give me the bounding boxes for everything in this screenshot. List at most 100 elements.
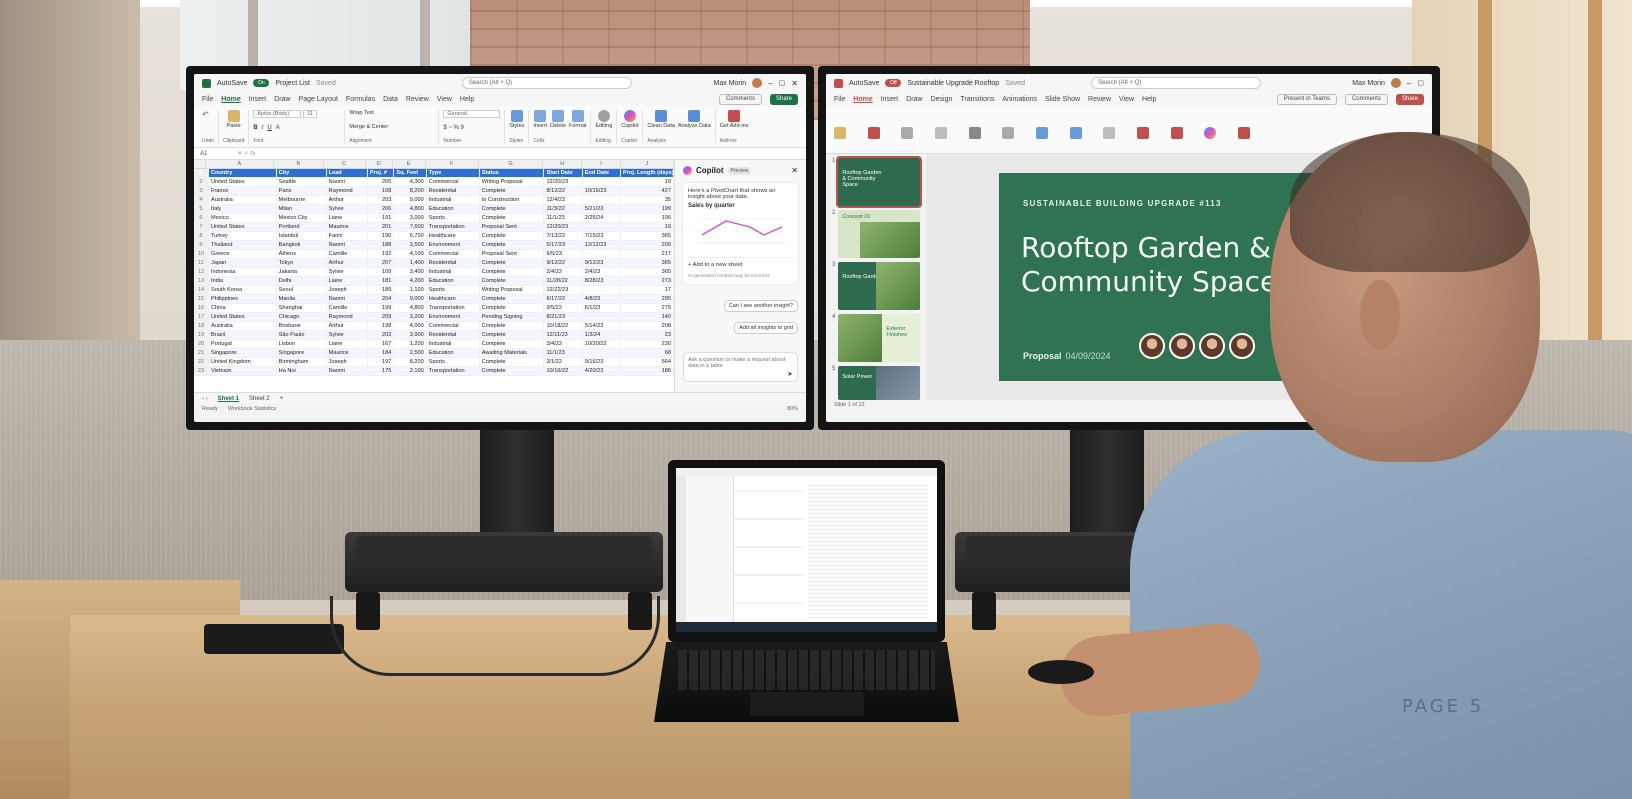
- font-size-select[interactable]: 11: [303, 110, 318, 118]
- row-number[interactable]: 4: [194, 195, 209, 206]
- table-cell[interactable]: [582, 195, 621, 206]
- table-cell[interactable]: Sylvie: [326, 267, 368, 278]
- table-cell[interactable]: Sports: [426, 285, 480, 296]
- table-cell[interactable]: 140: [620, 312, 675, 323]
- table-row[interactable]: 11 Japan Tokyo Arthur 207 1,400 Residential Com…: [194, 258, 675, 269]
- column-letter[interactable]: C: [324, 160, 366, 168]
- table-cell[interactable]: 7/15/23: [582, 231, 621, 242]
- sheet-tab[interactable]: Sheet 2: [249, 396, 270, 402]
- minimize-icon[interactable]: –: [1407, 79, 1411, 88]
- table-cell[interactable]: 365: [620, 258, 675, 269]
- table-cell[interactable]: 12/20/23: [543, 222, 583, 233]
- table-cell[interactable]: Singapore: [276, 348, 327, 359]
- table-cell[interactable]: Indonesia: [208, 267, 277, 278]
- maximize-icon[interactable]: ▢: [1417, 79, 1424, 87]
- table-cell[interactable]: 230: [620, 339, 675, 350]
- get-addins-button[interactable]: Get Add-ins: [720, 110, 748, 129]
- table-cell[interactable]: 6/1/23: [582, 303, 621, 314]
- table-cell[interactable]: 108: [367, 186, 395, 197]
- slide-thumbnail-4[interactable]: Exterior Finishes: [838, 314, 920, 362]
- table-cell[interactable]: 199: [367, 303, 395, 314]
- avatar[interactable]: [752, 78, 763, 88]
- table-cell[interactable]: 2,100: [393, 366, 427, 377]
- table-cell[interactable]: Industrial: [426, 339, 480, 350]
- table-cell[interactable]: Delhi: [276, 276, 327, 287]
- table-row[interactable]: 21 Singapore Singapore Maurice 184 2,500 Educa…: [194, 348, 675, 359]
- table-cell[interactable]: Istanbul: [276, 231, 327, 242]
- row-number[interactable]: 14: [194, 285, 209, 296]
- cell-reference[interactable]: A1: [200, 151, 207, 157]
- search-input[interactable]: Search (Alt + Q): [461, 77, 632, 89]
- table-cell[interactable]: [582, 249, 621, 260]
- corner-cell[interactable]: [194, 160, 206, 168]
- close-icon[interactable]: ✕: [791, 79, 798, 88]
- table-cell[interactable]: 6/5/23: [543, 249, 583, 260]
- formula-bar[interactable]: A1 ✕ ✓ fx: [194, 148, 806, 160]
- row-number[interactable]: 6: [194, 213, 209, 224]
- tab-animations[interactable]: Animations: [1002, 96, 1037, 103]
- suggestion-chip[interactable]: Add all insights to grid: [734, 322, 798, 334]
- table-cell[interactable]: 365: [620, 231, 675, 242]
- comments-button[interactable]: Comments: [1344, 93, 1388, 105]
- table-cell[interactable]: 109: [367, 267, 395, 278]
- table-cell[interactable]: [582, 177, 621, 188]
- table-cell[interactable]: Portugal: [208, 339, 277, 350]
- table-cell[interactable]: 7,600: [393, 222, 427, 233]
- row-number[interactable]: 16: [194, 303, 209, 314]
- table-cell[interactable]: 19: [620, 177, 675, 188]
- table-cell[interactable]: 201: [367, 222, 395, 233]
- table-cell[interactable]: 9/16/23: [582, 357, 621, 368]
- table-cell[interactable]: Complete: [479, 321, 545, 332]
- table-cell[interactable]: 2,500: [393, 348, 427, 359]
- dictate-icon[interactable]: [1136, 126, 1149, 139]
- table-cell[interactable]: 273: [620, 276, 675, 287]
- table-cell[interactable]: Naomi: [326, 240, 368, 251]
- table-cell[interactable]: 10/15/23: [582, 186, 621, 197]
- suggestion-chip[interactable]: Can I see another insight?: [723, 300, 798, 312]
- table-cell[interactable]: Australia: [208, 195, 277, 206]
- table-cell[interactable]: China: [208, 303, 277, 314]
- column-header[interactable]: Country: [208, 169, 277, 179]
- table-cell[interactable]: Australia: [208, 321, 277, 332]
- table-cell[interactable]: Education: [426, 276, 480, 287]
- table-cell[interactable]: Lisbon: [276, 339, 327, 350]
- paste-button[interactable]: Paste: [223, 110, 244, 129]
- column-letter[interactable]: J: [621, 160, 674, 168]
- sheet-tab[interactable]: Sheet 1: [218, 396, 239, 402]
- table-cell[interactable]: Vietnam: [208, 366, 277, 377]
- table-cell[interactable]: Complete: [479, 330, 545, 341]
- table-cell[interactable]: Paris: [276, 186, 327, 197]
- tab-home[interactable]: Home: [221, 96, 240, 103]
- table-cell[interactable]: 5/21/23: [582, 204, 621, 215]
- italic-icon[interactable]: I: [262, 125, 264, 131]
- tab-file[interactable]: File: [202, 96, 213, 103]
- table-cell[interactable]: 5/14/23: [582, 321, 621, 332]
- table-cell[interactable]: Liane: [326, 276, 368, 287]
- table-cell[interactable]: Education: [426, 204, 480, 215]
- tab-formulas[interactable]: Formulas: [346, 96, 375, 103]
- row-number[interactable]: 12: [194, 267, 209, 278]
- row-number[interactable]: 11: [194, 258, 209, 269]
- table-cell[interactable]: 9/5/22: [543, 303, 583, 314]
- tab-slide-show[interactable]: Slide Show: [1045, 96, 1080, 103]
- table-cell[interactable]: 3,400: [393, 267, 427, 278]
- column-header[interactable]: Proj. Length (days): [620, 169, 675, 179]
- header-row[interactable]: 1 Country City Lead Proj. # Sq. Feet Type Statu…: [194, 169, 675, 179]
- table-cell[interactable]: 204: [367, 294, 395, 305]
- table-cell[interactable]: Jakarta: [276, 267, 327, 278]
- table-cell[interactable]: 9/12/22: [543, 258, 583, 269]
- table-cell[interactable]: 11/28/22: [543, 276, 583, 287]
- layout-icon[interactable]: [934, 126, 947, 139]
- table-cell[interactable]: 11/3/22: [543, 204, 583, 215]
- table-cell[interactable]: Awaiting Materials: [479, 348, 545, 359]
- table-cell[interactable]: 4,000: [393, 321, 427, 332]
- table-cell[interactable]: Arthur: [326, 321, 368, 332]
- row-number[interactable]: 8: [194, 231, 209, 242]
- row-number[interactable]: 18: [194, 321, 209, 332]
- table-cell[interactable]: 4,300: [393, 177, 427, 188]
- table-cell[interactable]: 3/1/22: [543, 357, 583, 368]
- tab-help[interactable]: Help: [1142, 96, 1156, 103]
- table-cell[interactable]: 6,700: [393, 231, 427, 242]
- present-in-teams-button[interactable]: Present in Teams: [1276, 93, 1337, 105]
- row-number[interactable]: 10: [194, 249, 209, 260]
